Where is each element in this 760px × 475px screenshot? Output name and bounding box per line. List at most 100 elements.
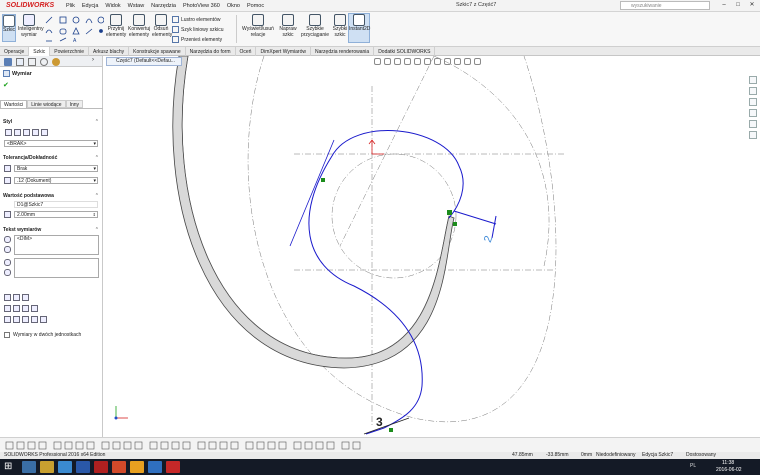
menu-insert[interactable]: Wstaw	[128, 3, 145, 9]
menu-view[interactable]: Widok	[105, 3, 120, 9]
align-right-icon[interactable]	[22, 294, 29, 301]
centerline-icon[interactable]	[31, 305, 38, 312]
collapse-caret-icon[interactable]: ⌃	[95, 193, 99, 199]
more-symbols-icon[interactable]	[40, 316, 47, 323]
menu-edit[interactable]: Edycja	[82, 3, 99, 9]
resources-icon[interactable]	[749, 76, 757, 84]
view-settings-icon[interactable]	[474, 58, 481, 65]
close-button[interactable]: ✕	[746, 1, 758, 10]
zoom-to-fit-icon[interactable]	[374, 58, 381, 65]
tab-surfaces[interactable]: Powierzchnie	[50, 47, 89, 56]
style-load-icon[interactable]	[41, 129, 48, 136]
quick-snaps-button[interactable]: Szybkie przyciąganie	[300, 14, 330, 38]
tab-features[interactable]: Operacje	[0, 47, 30, 56]
display-style-icon[interactable]	[434, 58, 441, 65]
taskbar-app-icon[interactable]	[40, 461, 54, 473]
collapse-caret-icon[interactable]: ⌃	[95, 227, 99, 233]
subtab-values[interactable]: Wartości	[0, 100, 28, 108]
menu-window[interactable]: Okno	[227, 3, 240, 9]
align-center-icon[interactable]	[13, 294, 20, 301]
tab-evaluate[interactable]: Oceń	[236, 47, 257, 56]
menu-photoview[interactable]: PhotoView 360	[183, 3, 220, 9]
dual-dims-checkbox[interactable]	[4, 332, 10, 338]
subtab-leaders[interactable]: Linie wiodące	[27, 100, 66, 108]
tray-language[interactable]: PL	[690, 463, 696, 469]
dim-text-icon[interactable]	[4, 269, 11, 276]
menu-file[interactable]: Plik	[66, 3, 75, 9]
previous-view-icon[interactable]	[394, 58, 401, 65]
zoom-area-icon[interactable]	[384, 58, 391, 65]
dim-text-icon[interactable]	[4, 236, 11, 243]
taskbar-app-icon[interactable]	[22, 461, 36, 473]
smart-dimension-button[interactable]: Inteligentny wymiar	[18, 14, 44, 38]
more-symbols-icon[interactable]	[22, 316, 29, 323]
ok-check-icon[interactable]: ✔	[3, 81, 9, 89]
sketch-tools-grid[interactable]: A	[44, 15, 104, 43]
design-library-icon[interactable]	[749, 87, 757, 95]
dim-text-icon[interactable]	[4, 246, 11, 253]
section-view-icon[interactable]	[404, 58, 411, 65]
config-manager-icon[interactable]	[28, 58, 36, 66]
menu-tools[interactable]: Narzędzia	[151, 3, 176, 9]
tab-dimxpert[interactable]: DimXpert Wymiarów	[256, 47, 311, 56]
mirror-button[interactable]: Lustro elementów	[172, 16, 220, 23]
subtab-other[interactable]: Inny	[65, 100, 84, 108]
style-select[interactable]: <BRAK> ▾	[4, 140, 98, 147]
degree-symbol-icon[interactable]	[13, 305, 20, 312]
square-symbol-icon[interactable]	[4, 316, 11, 323]
taskbar-app-icon[interactable]	[166, 461, 180, 473]
feature-tree-icon[interactable]	[4, 58, 12, 66]
custom-properties-icon[interactable]	[749, 131, 757, 139]
trim-button[interactable]: Przytnij elementy	[106, 14, 126, 38]
taskbar-app-icon[interactable]	[76, 461, 90, 473]
tab-mold-tools[interactable]: Narzędzia do form	[186, 47, 236, 56]
taskbar-app-icon[interactable]	[148, 461, 162, 473]
hide-show-icon[interactable]	[444, 58, 451, 65]
dim-value-field[interactable]: 2.00mm ⇕	[14, 211, 98, 218]
relations-button[interactable]: Wyświetl/usuń relacje	[240, 14, 276, 38]
convert-button[interactable]: Konwertuj elementy	[128, 14, 150, 38]
sketch-button[interactable]: Szkic	[2, 14, 16, 42]
more-symbols-icon[interactable]	[13, 316, 20, 323]
tolerance-select[interactable]: Brak ▾	[14, 165, 98, 172]
dim-text-area[interactable]: <DIM>	[14, 235, 99, 255]
tab-sheet-metal[interactable]: Arkusz blachy	[89, 47, 130, 56]
start-button-icon[interactable]: ⊞	[4, 461, 18, 473]
tab-sketch[interactable]: Szkic	[29, 47, 51, 56]
appearances-icon[interactable]	[749, 120, 757, 128]
diameter-symbol-icon[interactable]	[4, 305, 11, 312]
style-apply-icon[interactable]	[5, 129, 12, 136]
edit-appearance-icon[interactable]	[454, 58, 461, 65]
more-symbols-icon[interactable]	[31, 316, 38, 323]
plus-minus-icon[interactable]	[22, 305, 29, 312]
display-manager-icon[interactable]	[52, 58, 60, 66]
minimize-button[interactable]: –	[718, 1, 730, 10]
taskbar-app-icon[interactable]	[130, 461, 144, 473]
bottom-tool-icons[interactable]	[4, 439, 404, 453]
move-button[interactable]: Przenieś elementy	[172, 36, 222, 43]
taskbar-app-icon[interactable]	[58, 461, 72, 473]
search-input[interactable]: wyszukiwanie	[620, 1, 710, 10]
repair-sketch-button[interactable]: Napraw szkic	[278, 14, 298, 38]
dim-name-field[interactable]: D1@Szkic7	[14, 201, 98, 208]
style-add-icon[interactable]	[23, 129, 30, 136]
file-explorer-icon[interactable]	[749, 98, 757, 106]
maximize-button[interactable]: □	[732, 1, 744, 10]
tab-addins[interactable]: Dodatki SOLIDWORKS	[374, 47, 436, 56]
apply-scene-icon[interactable]	[464, 58, 471, 65]
style-save-icon[interactable]	[32, 129, 39, 136]
linear-pattern-button[interactable]: Szyk liniowy szkicu	[172, 26, 224, 33]
taskbar-app-icon[interactable]	[112, 461, 126, 473]
dynamic-annotation-icon[interactable]	[414, 58, 421, 65]
dimxpert-icon[interactable]	[40, 58, 48, 66]
view-orientation-icon[interactable]	[424, 58, 431, 65]
taskbar-solidworks-icon[interactable]	[94, 461, 108, 473]
rapid-sketch-button[interactable]: Szybki szkic	[332, 14, 348, 38]
offset-button[interactable]: Odsuń elementy	[152, 14, 172, 38]
align-left-icon[interactable]	[4, 294, 11, 301]
view-palette-icon[interactable]	[749, 109, 757, 117]
style-default-icon[interactable]	[14, 129, 21, 136]
graphics-area[interactable]: 2 3 Część7 (Default<<Defau...	[104, 56, 760, 437]
spin-icon[interactable]: ⇕	[93, 212, 96, 218]
dim-text-area-below[interactable]	[14, 258, 99, 278]
